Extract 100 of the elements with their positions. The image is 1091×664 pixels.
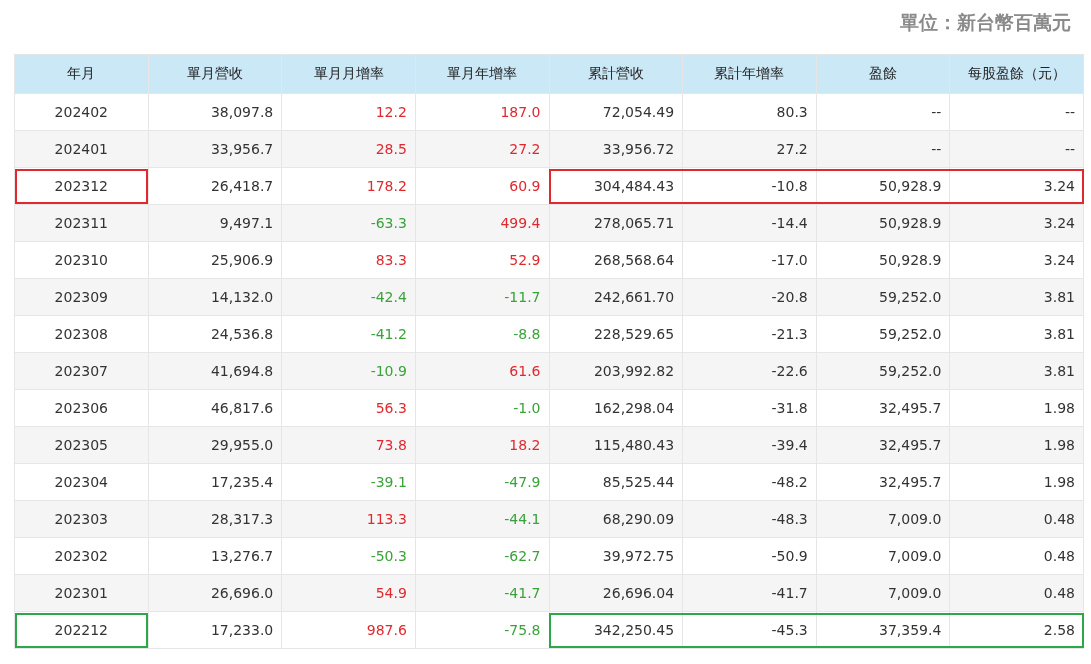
- table-cell: 32,495.7: [816, 389, 950, 427]
- table-cell: 59,252.0: [816, 278, 950, 316]
- table-cell: 242,661.70: [549, 278, 683, 316]
- table-cell: 61.6: [415, 352, 549, 390]
- column-header: 累計營收: [549, 54, 683, 94]
- table-cell: 50,928.9: [816, 167, 950, 205]
- table-cell: 7,009.0: [816, 574, 950, 612]
- unit-label: 單位：新台幣百萬元: [900, 10, 1071, 34]
- column-header: 單月年增率: [415, 54, 549, 94]
- column-header: 每股盈餘（元）: [949, 54, 1084, 94]
- table-cell: -31.8: [682, 389, 817, 427]
- column-header: 盈餘: [816, 54, 950, 94]
- table-cell: 228,529.65: [549, 315, 683, 353]
- column-header: 單月營收: [148, 54, 282, 94]
- table-cell: 0.48: [949, 537, 1084, 575]
- table-cell: 26,696.04: [549, 574, 683, 612]
- table-cell: 9,497.1: [148, 204, 282, 242]
- table-cell: -41.7: [415, 574, 549, 612]
- table-cell: 987.6: [281, 611, 416, 649]
- table-cell: 52.9: [415, 241, 549, 279]
- table-cell: -20.8: [682, 278, 817, 316]
- table-cell: 3.81: [949, 352, 1084, 390]
- table-cell: 27.2: [415, 130, 549, 168]
- table-cell: 17,235.4: [148, 463, 282, 501]
- table-cell: 202306: [14, 389, 149, 427]
- table-cell: 202310: [14, 241, 149, 279]
- table-cell: 29,955.0: [148, 426, 282, 464]
- table-cell: -45.3: [682, 611, 817, 649]
- table-cell: --: [949, 93, 1084, 131]
- table-cell: 202212: [14, 611, 149, 649]
- table-cell: -8.8: [415, 315, 549, 353]
- table-cell: 46,817.6: [148, 389, 282, 427]
- table-cell: 68,290.09: [549, 500, 683, 538]
- table-cell: 115,480.43: [549, 426, 683, 464]
- table-cell: 162,298.04: [549, 389, 683, 427]
- table-cell: 83.3: [281, 241, 416, 279]
- table-cell: --: [816, 130, 950, 168]
- column-header: 年月: [14, 54, 149, 94]
- table-cell: 25,906.9: [148, 241, 282, 279]
- table-cell: 202301: [14, 574, 149, 612]
- table-cell: 0.48: [949, 574, 1084, 612]
- table-cell: 38,097.8: [148, 93, 282, 131]
- table-cell: 27.2: [682, 130, 817, 168]
- table-cell: 2.58: [949, 611, 1084, 649]
- table-cell: 202312: [14, 167, 149, 205]
- table-cell: -50.9: [682, 537, 817, 575]
- table-cell: 7,009.0: [816, 537, 950, 575]
- table-cell: 202311: [14, 204, 149, 242]
- table-cell: 80.3: [682, 93, 817, 131]
- table-cell: 202305: [14, 426, 149, 464]
- table-cell: -22.6: [682, 352, 817, 390]
- table-cell: -62.7: [415, 537, 549, 575]
- column-header: 單月月增率: [281, 54, 416, 94]
- table-cell: 342,250.45: [549, 611, 683, 649]
- column-header: 累計年增率: [682, 54, 817, 94]
- table-cell: 39,972.75: [549, 537, 683, 575]
- table-cell: 202402: [14, 93, 149, 131]
- table-cell: 59,252.0: [816, 315, 950, 353]
- table-cell: 33,956.72: [549, 130, 683, 168]
- table-cell: 3.81: [949, 278, 1084, 316]
- table-cell: -48.3: [682, 500, 817, 538]
- table-cell: 3.24: [949, 241, 1084, 279]
- table-cell: 187.0: [415, 93, 549, 131]
- table-cell: -75.8: [415, 611, 549, 649]
- table-cell: 0.48: [949, 500, 1084, 538]
- table-cell: 3.81: [949, 315, 1084, 353]
- table-cell: 73.8: [281, 426, 416, 464]
- table-cell: -1.0: [415, 389, 549, 427]
- table-cell: 202303: [14, 500, 149, 538]
- table-cell: -11.7: [415, 278, 549, 316]
- table-cell: 3.24: [949, 167, 1084, 205]
- table-cell: 56.3: [281, 389, 416, 427]
- table-cell: 202401: [14, 130, 149, 168]
- table-cell: 37,359.4: [816, 611, 950, 649]
- table-cell: 32,495.7: [816, 463, 950, 501]
- table-cell: -42.4: [281, 278, 416, 316]
- table-cell: -63.3: [281, 204, 416, 242]
- table-cell: 202308: [14, 315, 149, 353]
- table-cell: 54.9: [281, 574, 416, 612]
- table-cell: -17.0: [682, 241, 817, 279]
- table-cell: -39.1: [281, 463, 416, 501]
- table-cell: 59,252.0: [816, 352, 950, 390]
- table-cell: 32,495.7: [816, 426, 950, 464]
- table-cell: 202302: [14, 537, 149, 575]
- table-cell: --: [816, 93, 950, 131]
- table-cell: 1.98: [949, 463, 1084, 501]
- table-cell: -41.2: [281, 315, 416, 353]
- table-cell: 33,956.7: [148, 130, 282, 168]
- table-cell: 28.5: [281, 130, 416, 168]
- table-cell: 1.98: [949, 389, 1084, 427]
- table-cell: -14.4: [682, 204, 817, 242]
- table-cell: 18.2: [415, 426, 549, 464]
- table-cell: 60.9: [415, 167, 549, 205]
- table-cell: 202304: [14, 463, 149, 501]
- table-cell: 72,054.49: [549, 93, 683, 131]
- table-cell: -10.8: [682, 167, 817, 205]
- table-cell: 14,132.0: [148, 278, 282, 316]
- table-cell: 26,418.7: [148, 167, 282, 205]
- table-cell: 50,928.9: [816, 241, 950, 279]
- table-cell: 268,568.64: [549, 241, 683, 279]
